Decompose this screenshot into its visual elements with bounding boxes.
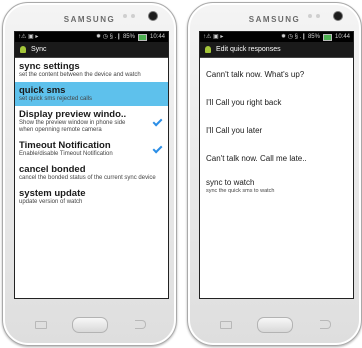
battery-icon [137, 33, 147, 41]
android-icon [204, 45, 212, 54]
phone-right: SAMSUNG ↑⚠ ▣ ▸ ✹ ◷ § .❙ 85% 10:44 Edit q… [187, 2, 362, 346]
setting-subtitle: Enable/disable Timeout Notification [19, 151, 113, 157]
status-bar: ↑⚠ ▣ ▸ ✹ ◷ § .❙ 85% 10:44 [15, 32, 168, 42]
setting-cancel-bonded[interactable]: cancel bonded cancel the bonded status o… [15, 161, 168, 185]
action-bar-title: Sync [31, 46, 47, 53]
action-bar-title: Edit quick responses [216, 46, 281, 53]
sync-title: sync to watch [206, 178, 255, 187]
screen: ↑⚠ ▣ ▸ ✹ ◷ § .❙ 85% 10:44 Sync sync sett… [14, 31, 169, 299]
setting-subtitle: set quick sms rejected calls [19, 96, 93, 102]
setting-subtitle: cancel the bonded status of the current … [19, 175, 156, 181]
menu-key-icon[interactable] [220, 321, 232, 329]
status-bar: ↑⚠ ▣ ▸ ✹ ◷ § .❙ 85% 10:44 [200, 32, 353, 42]
action-bar: Sync [15, 42, 168, 58]
status-indicators: ✹ ◷ § .❙ 85% [96, 34, 135, 40]
status-icons-right: ✹ ◷ § .❙ 85% 10:44 [96, 32, 165, 42]
action-bar: Edit quick responses [200, 42, 353, 58]
setting-quick-sms[interactable]: quick sms set quick sms rejected calls [15, 82, 168, 106]
screen: ↑⚠ ▣ ▸ ✹ ◷ § .❙ 85% 10:44 Edit quick res… [199, 31, 354, 299]
quick-response-item[interactable]: Cann't talk now. What's up? [200, 64, 353, 86]
quick-response-item[interactable]: I'll Call you later [200, 120, 353, 142]
status-time: 10:44 [149, 34, 165, 40]
checkbox-checked[interactable] [152, 117, 162, 127]
home-button[interactable] [257, 317, 293, 333]
sync-to-watch-item[interactable]: sync to watch sync the quick sms to watc… [200, 174, 353, 199]
brand-label: SAMSUNG [248, 15, 301, 24]
setting-title: quick sms [19, 85, 66, 96]
status-time: 10:44 [334, 34, 350, 40]
setting-timeout-notification[interactable]: Timeout Notification Enable/disable Time… [15, 137, 168, 161]
status-indicators: ✹ ◷ § .❙ 85% [281, 34, 320, 40]
phone-left: SAMSUNG ↑⚠ ▣ ▸ ✹ ◷ § .❙ 85% 10:44 Sync s… [2, 2, 177, 346]
setting-title: cancel bonded [19, 164, 86, 175]
setting-subtitle: Show the preview window in phone side wh… [19, 120, 126, 133]
setting-sync-settings[interactable]: sync settings set the content between th… [15, 58, 168, 82]
setting-title: system update [19, 188, 86, 199]
setting-subtitle: set the content between the device and w… [19, 72, 141, 78]
setting-title: Timeout Notification [19, 140, 111, 151]
sync-subtitle: sync the quick sms to watch [206, 188, 275, 194]
quick-response-item[interactable]: Can't talk now. Call me late.. [200, 148, 353, 170]
status-icons-left: ↑⚠ ▣ ▸ [18, 34, 39, 40]
status-icons-right: ✹ ◷ § .❙ 85% 10:44 [281, 32, 350, 42]
back-key-icon[interactable] [320, 320, 331, 329]
menu-key-icon[interactable] [35, 321, 47, 329]
brand-label: SAMSUNG [63, 15, 116, 24]
setting-display-preview[interactable]: Display preview windo.. Show the preview… [15, 106, 168, 137]
checkbox-checked[interactable] [152, 144, 162, 154]
setting-title: sync settings [19, 61, 80, 72]
hardware-keys [188, 315, 361, 333]
android-icon [19, 45, 27, 54]
quick-response-item[interactable]: I'll Call you right back [200, 92, 353, 114]
battery-icon [322, 33, 332, 41]
setting-subtitle: update version of watch [19, 199, 83, 205]
setting-title: Display preview windo.. [19, 109, 127, 120]
setting-system-update[interactable]: system update update version of watch [15, 185, 168, 209]
back-key-icon[interactable] [135, 320, 146, 329]
hardware-keys [3, 315, 176, 333]
status-icons-left: ↑⚠ ▣ ▸ [203, 34, 224, 40]
home-button[interactable] [72, 317, 108, 333]
